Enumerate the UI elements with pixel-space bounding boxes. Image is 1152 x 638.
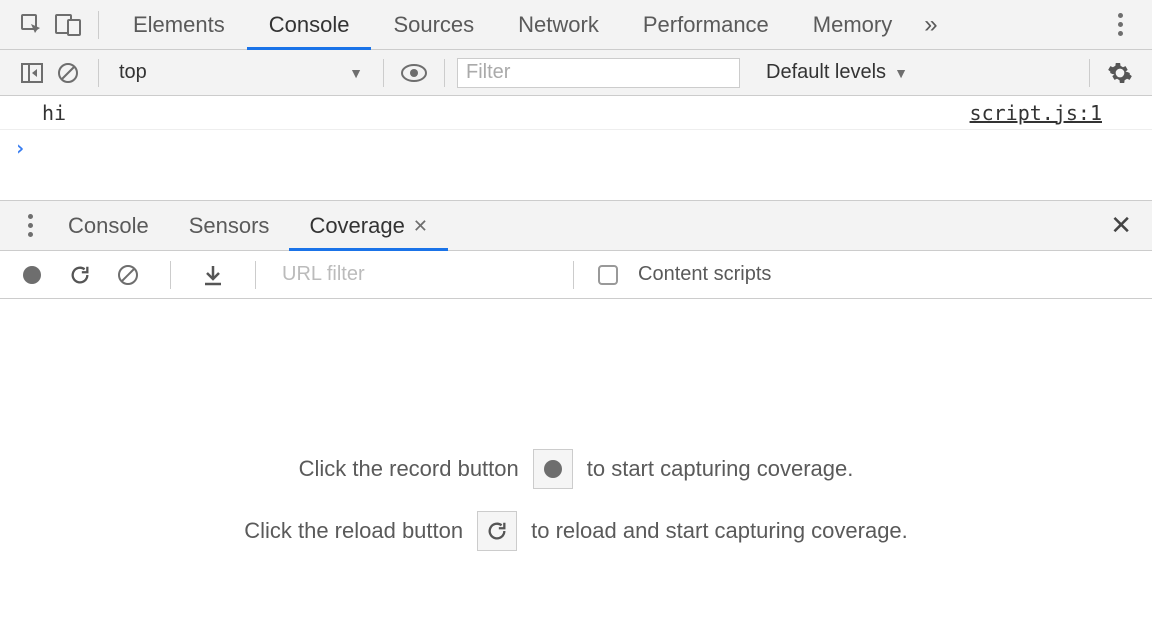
console-log-row: hi script.js:1 [0,96,1152,130]
drawer-tab-label: Coverage [309,213,404,239]
device-toggle-icon[interactable] [50,7,86,43]
console-toolbar: top ▼ Default levels ▼ [0,50,1152,96]
gear-icon [1107,60,1133,86]
log-levels-label: Default levels [766,61,886,84]
drawer-tab-coverage[interactable]: Coverage ✕ [289,201,447,251]
chevron-down-icon: ▼ [894,65,908,81]
separator [573,261,574,289]
inspect-icon[interactable] [14,7,50,43]
close-tab-icon[interactable]: ✕ [413,216,428,237]
console-source-link[interactable]: script.js:1 [970,101,1142,125]
separator [98,11,99,39]
devtools-tabbar: Elements Console Sources Network Perform… [0,0,1152,50]
tab-memory[interactable]: Memory [791,0,914,50]
clear-console-icon[interactable] [50,55,86,91]
kebab-icon [1108,13,1132,36]
tabs-overflow-button[interactable]: » [914,0,947,50]
hint-text: Click the reload button [244,518,463,544]
console-output: hi script.js:1 › [0,96,1152,162]
tab-network[interactable]: Network [496,0,621,50]
console-log-text: hi [10,101,66,125]
hint-reload-button[interactable] [477,511,517,551]
reload-button[interactable] [62,257,98,293]
separator [383,59,384,87]
separator [255,261,256,289]
drawer-tab-sensors[interactable]: Sensors [169,201,290,251]
content-scripts-checkbox[interactable] [598,265,618,285]
tab-console[interactable]: Console [247,0,372,50]
coverage-toolbar: Content scripts [0,251,1152,299]
reload-icon [486,520,508,542]
console-prompt[interactable]: › [0,130,1152,162]
content-scripts-label: Content scripts [638,263,771,286]
context-label: top [119,61,147,84]
close-drawer-button[interactable]: ✕ [1110,210,1132,241]
tab-elements[interactable]: Elements [111,0,247,50]
reload-icon [69,264,91,286]
hint-text: to start capturing coverage. [587,456,854,482]
tab-sources[interactable]: Sources [371,0,496,50]
filter-input[interactable] [457,58,740,88]
coverage-url-filter[interactable] [280,260,549,290]
chevron-down-icon: ▼ [349,65,363,81]
console-sidebar-toggle-icon[interactable] [14,55,50,91]
more-menu-button[interactable] [1102,7,1138,43]
log-levels-selector[interactable]: Default levels ▼ [756,61,918,84]
drawer-tabbar: Console Sensors Coverage ✕ ✕ [0,201,1152,251]
console-settings-button[interactable] [1102,55,1138,91]
export-coverage-icon[interactable] [195,257,231,293]
live-expression-icon[interactable] [396,55,432,91]
separator [170,261,171,289]
context-selector[interactable]: top ▼ [111,61,371,84]
tab-performance[interactable]: Performance [621,0,791,50]
coverage-empty-state: Click the record button to start capturi… [0,299,1152,551]
record-icon [22,265,42,285]
separator [1089,59,1090,87]
clear-coverage-icon[interactable] [110,257,146,293]
coverage-hint-reload: Click the reload button to reload and st… [244,511,908,551]
separator [444,59,445,87]
drawer-more-button[interactable] [12,208,48,244]
record-icon [543,459,563,479]
hint-record-button[interactable] [533,449,573,489]
separator [98,59,99,87]
drawer-tab-console[interactable]: Console [48,201,169,251]
kebab-icon [18,214,42,237]
hint-text: to reload and start capturing coverage. [531,518,908,544]
record-button[interactable] [14,257,50,293]
drawer: Console Sensors Coverage ✕ ✕ [0,200,1152,551]
hint-text: Click the record button [299,456,519,482]
coverage-hint-record: Click the record button to start capturi… [299,449,854,489]
